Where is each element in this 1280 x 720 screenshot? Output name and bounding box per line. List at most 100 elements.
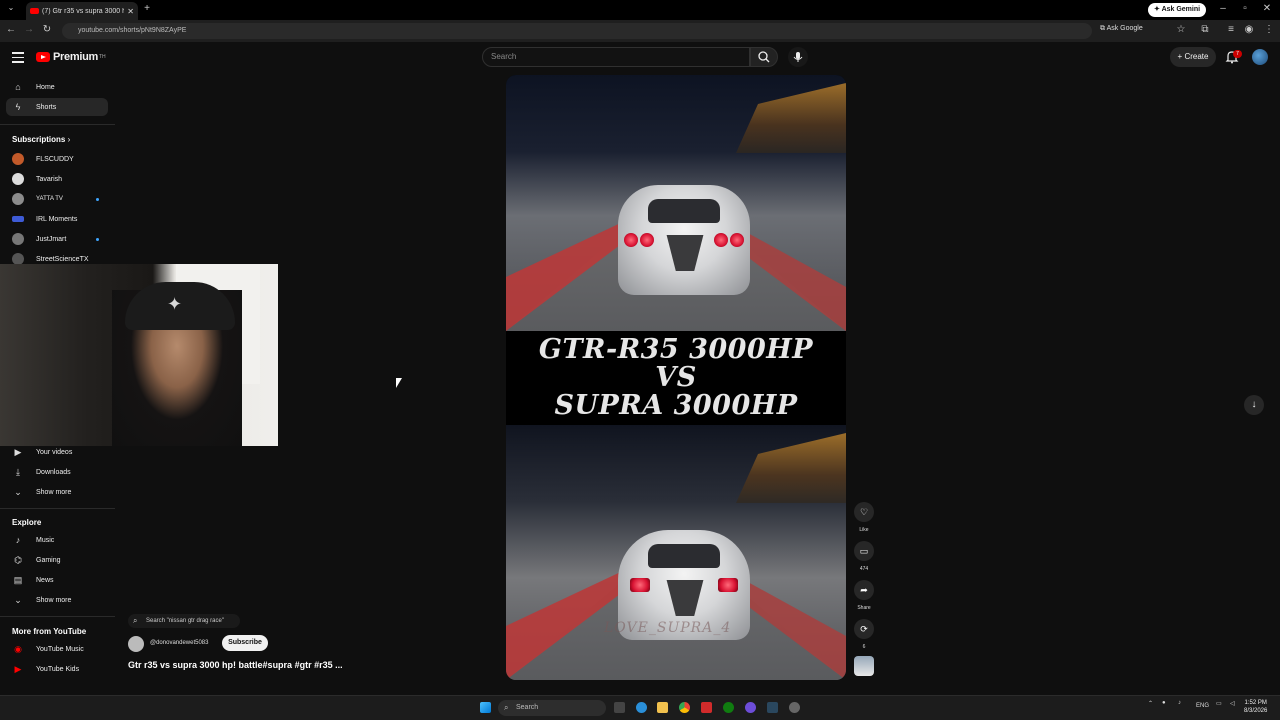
- sidebar-item-your-videos[interactable]: ▶ Your videos: [6, 443, 108, 461]
- address-bar-row: ← → ↻ youtube.com/shorts/pNt9N8ZAyPE ⧉ A…: [0, 20, 1280, 42]
- tail-light: [624, 233, 638, 247]
- browser-tab[interactable]: (7) Gtr r35 vs supra 3000 hp ✕: [26, 2, 138, 20]
- volume-icon[interactable]: ◁: [1230, 700, 1235, 707]
- media-icon[interactable]: ≡: [1224, 24, 1238, 35]
- sidebar-item-label: Shorts: [36, 103, 57, 111]
- channel-handle[interactable]: @donovandewet5083: [150, 640, 208, 646]
- search-button[interactable]: [750, 47, 778, 67]
- search-icon: [758, 51, 770, 63]
- channel-avatar: [12, 153, 24, 165]
- roll-cage: [666, 235, 704, 271]
- sidebar-item-gaming[interactable]: ⌬ Gaming: [6, 551, 108, 569]
- youtube-premium-logo[interactable]: Premium TH: [36, 51, 106, 63]
- subscriptions-heading[interactable]: Subscriptions ›: [12, 135, 70, 144]
- menu-icon[interactable]: [12, 52, 24, 66]
- sidebar-item-subscription[interactable]: YATTA TV: [6, 190, 108, 208]
- sidebar-item-youtube-music[interactable]: ◉ YouTube Music: [6, 640, 108, 658]
- share-button[interactable]: ➦: [854, 580, 874, 600]
- remix-button[interactable]: ⟳: [854, 619, 874, 639]
- live-dot: [96, 198, 99, 201]
- start-button-icon[interactable]: [480, 702, 491, 713]
- subscribe-button[interactable]: Subscribe: [222, 635, 268, 651]
- taskbar-search-input[interactable]: ⌕ Search: [498, 700, 606, 716]
- sidebar-item-home[interactable]: ⌂ Home: [6, 78, 108, 96]
- sidebar-item-subscription[interactable]: IRL Moments: [6, 210, 108, 228]
- chrome-icon[interactable]: [679, 702, 690, 713]
- sidebar-item-show-more[interactable]: ⌄ Show more: [6, 483, 108, 501]
- tail-light: [630, 578, 650, 592]
- like-button[interactable]: ♡: [854, 502, 874, 522]
- back-icon[interactable]: ←: [4, 24, 18, 35]
- window-close-icon[interactable]: ✕: [1260, 3, 1274, 14]
- voice-search-button[interactable]: [788, 47, 808, 67]
- webcam-overlay: ✦: [0, 264, 278, 446]
- edge-icon[interactable]: [636, 702, 647, 713]
- download-icon: ⤓: [16, 466, 20, 477]
- sidebar-item-label: Show more: [36, 488, 72, 496]
- sidebar-item-subscription[interactable]: Tavarish: [6, 170, 108, 188]
- mic-icon: [793, 52, 803, 62]
- bookmark-star-icon[interactable]: ☆: [1174, 24, 1188, 35]
- xbox-icon[interactable]: [723, 702, 734, 713]
- sidebar-item-label: Home: [36, 83, 55, 91]
- taskbar-clock[interactable]: 1:52 PM 8/3/2026: [1244, 699, 1267, 715]
- comments-button[interactable]: ▭: [854, 541, 874, 561]
- tab-close-icon[interactable]: ✕: [127, 7, 134, 16]
- tab-title: (7) Gtr r35 vs supra 3000 hp: [42, 7, 125, 15]
- youtube-play-icon: [36, 52, 50, 62]
- extensions-icon[interactable]: ⧉: [1198, 24, 1212, 35]
- video-caption[interactable]: Gtr r35 vs supra 3000 hp! battle#supra #…: [128, 660, 343, 670]
- reload-icon[interactable]: ↻: [40, 24, 54, 35]
- mouse-cursor-icon: [396, 378, 402, 388]
- sidebar-item-music[interactable]: ♪ Music: [6, 531, 108, 549]
- task-view-icon[interactable]: [614, 702, 625, 713]
- youtube-favicon-icon: [30, 8, 39, 14]
- car-window: [648, 199, 720, 223]
- language-indicator[interactable]: ENG: [1196, 703, 1209, 709]
- sidebar-item-show-more[interactable]: ⌄ Show more: [6, 591, 108, 609]
- tray-chevron-icon[interactable]: ⌃: [1148, 700, 1153, 707]
- ask-gemini-button[interactable]: ✦ Ask Gemini: [1148, 3, 1207, 17]
- music-icon: ♪: [15, 535, 21, 545]
- file-explorer-icon[interactable]: [657, 702, 668, 713]
- forward-icon[interactable]: →: [22, 24, 36, 35]
- ask-google-button[interactable]: ⧉ Ask Google: [1100, 25, 1143, 33]
- network-icon[interactable]: ▭: [1216, 700, 1222, 707]
- sidebar-item-news[interactable]: ▤ News: [6, 571, 108, 589]
- tail-light: [718, 578, 738, 592]
- restore-icon[interactable]: ▫: [1238, 3, 1252, 14]
- settings-gear-icon[interactable]: [789, 702, 800, 713]
- sound-thumbnail[interactable]: [854, 656, 874, 676]
- sidebar-item-shorts[interactable]: ϟ Shorts: [6, 98, 108, 116]
- new-tab-icon[interactable]: +: [140, 3, 154, 14]
- sidebar-item-subscription[interactable]: FLSCUDDY: [6, 150, 108, 168]
- minimize-icon[interactable]: –: [1216, 3, 1230, 14]
- microphone-tray-icon[interactable]: ♪: [1178, 700, 1181, 706]
- like-label: Like: [859, 527, 869, 533]
- next-short-button[interactable]: ↓: [1244, 395, 1264, 415]
- account-avatar[interactable]: [1252, 49, 1268, 65]
- chevron-down-icon: ⌄: [14, 594, 22, 605]
- home-icon: ⌂: [15, 82, 21, 92]
- sidebar-item-label: YATTA TV: [36, 196, 63, 202]
- discord-icon[interactable]: [745, 702, 756, 713]
- related-search-pill[interactable]: ⌕ Search "nissan gtr drag race": [128, 614, 240, 628]
- tab-list-chevron-icon[interactable]: ⌄: [4, 3, 18, 12]
- browser-menu-icon[interactable]: ⋮: [1262, 24, 1276, 35]
- sidebar-item-downloads[interactable]: ⤓ Downloads: [6, 463, 108, 481]
- sidebar-item-youtube-kids[interactable]: ▶ YouTube Kids: [6, 660, 108, 678]
- tray-app-icon[interactable]: ●: [1162, 700, 1166, 706]
- browser-tab-strip: ⌄ (7) Gtr r35 vs supra 3000 hp ✕ + ✦ Ask…: [0, 0, 1280, 20]
- share-label: Share: [857, 605, 871, 611]
- create-button[interactable]: + Create: [1170, 47, 1216, 67]
- url-field[interactable]: youtube.com/shorts/pNt9N8ZAyPE: [62, 23, 1092, 39]
- profile-icon[interactable]: ◉: [1242, 24, 1256, 35]
- windows-taskbar: ⌕ Search ⌃ ● ♪ ENG ▭ ◁ 1:52 PM 8/3/2026: [0, 695, 1280, 720]
- steam-icon[interactable]: [767, 702, 778, 713]
- shorts-video-player[interactable]: GTR-R35 3000HP VS SUPRA 3000HP LOVE_SUPR…: [506, 75, 846, 680]
- sidebar-item-subscription[interactable]: JustJmart: [6, 230, 108, 248]
- search-input[interactable]: Search: [482, 47, 750, 67]
- channel-avatar[interactable]: [128, 636, 144, 652]
- sidebar-item-label: IRL Moments: [36, 215, 78, 223]
- app-a-icon[interactable]: [701, 702, 712, 713]
